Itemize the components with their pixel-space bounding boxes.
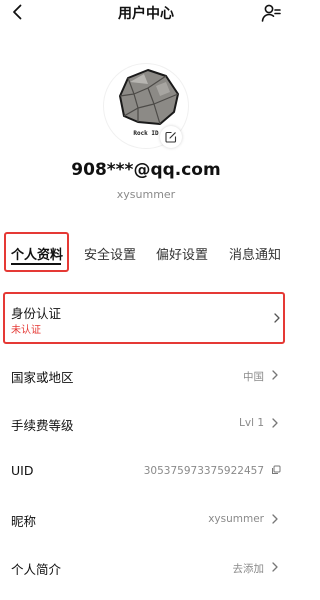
uid-label: UID xyxy=(11,463,34,478)
chevron-right-icon xyxy=(272,514,278,524)
active-tab-underline xyxy=(11,263,61,265)
bio-label: 个人简介 xyxy=(11,562,62,577)
bio-value: 去添加 xyxy=(232,563,265,575)
chevron-right-icon xyxy=(272,562,278,572)
top-bar: 用户中心 xyxy=(0,0,292,26)
tab-preference-settings[interactable]: 偏好设置 xyxy=(156,244,208,263)
chevron-right-icon xyxy=(272,370,278,380)
identity-verification-row[interactable]: 身份认证 未认证 xyxy=(0,293,292,345)
nickname-value: xysummer xyxy=(208,513,264,525)
country-label: 国家或地区 xyxy=(11,370,74,385)
edit-avatar-button[interactable] xyxy=(160,126,182,148)
account-email: 908***@qq.com xyxy=(71,160,221,180)
page-title: 用户中心 xyxy=(118,6,174,22)
country-value: 中国 xyxy=(243,371,264,383)
account-username: xysummer xyxy=(116,188,176,201)
profile-tabs: 个人资料 安全设置 偏好设置 消息通知 xyxy=(0,230,292,272)
country-region-row[interactable]: 国家或地区 中国 xyxy=(0,352,292,400)
uid-row: UID 305375973375922457 xyxy=(0,448,292,496)
fee-level-label: 手续费等级 xyxy=(11,418,74,433)
chevron-right-icon xyxy=(272,418,278,428)
nickname-label: 昵称 xyxy=(11,514,37,529)
tab-message-notifications[interactable]: 消息通知 xyxy=(229,244,281,263)
uid-value: 305375973375922457 xyxy=(143,465,264,477)
tab-personal-info[interactable]: 个人资料 xyxy=(11,244,63,263)
copy-icon[interactable] xyxy=(271,465,281,475)
user-switch-icon[interactable] xyxy=(260,2,282,24)
identity-status: 未认证 xyxy=(11,325,41,336)
identity-label: 身份认证 xyxy=(11,306,62,321)
back-arrow-icon[interactable] xyxy=(8,2,28,22)
fee-level-value: Lvl 1 xyxy=(239,417,264,429)
edit-icon xyxy=(165,131,177,143)
chevron-right-icon xyxy=(274,313,280,323)
nickname-row[interactable]: 昵称 xysummer xyxy=(0,496,292,544)
tab-security-settings[interactable]: 安全设置 xyxy=(84,244,136,263)
fee-level-row[interactable]: 手续费等级 Lvl 1 xyxy=(0,400,292,448)
bio-row[interactable]: 个人简介 去添加 xyxy=(0,544,292,592)
